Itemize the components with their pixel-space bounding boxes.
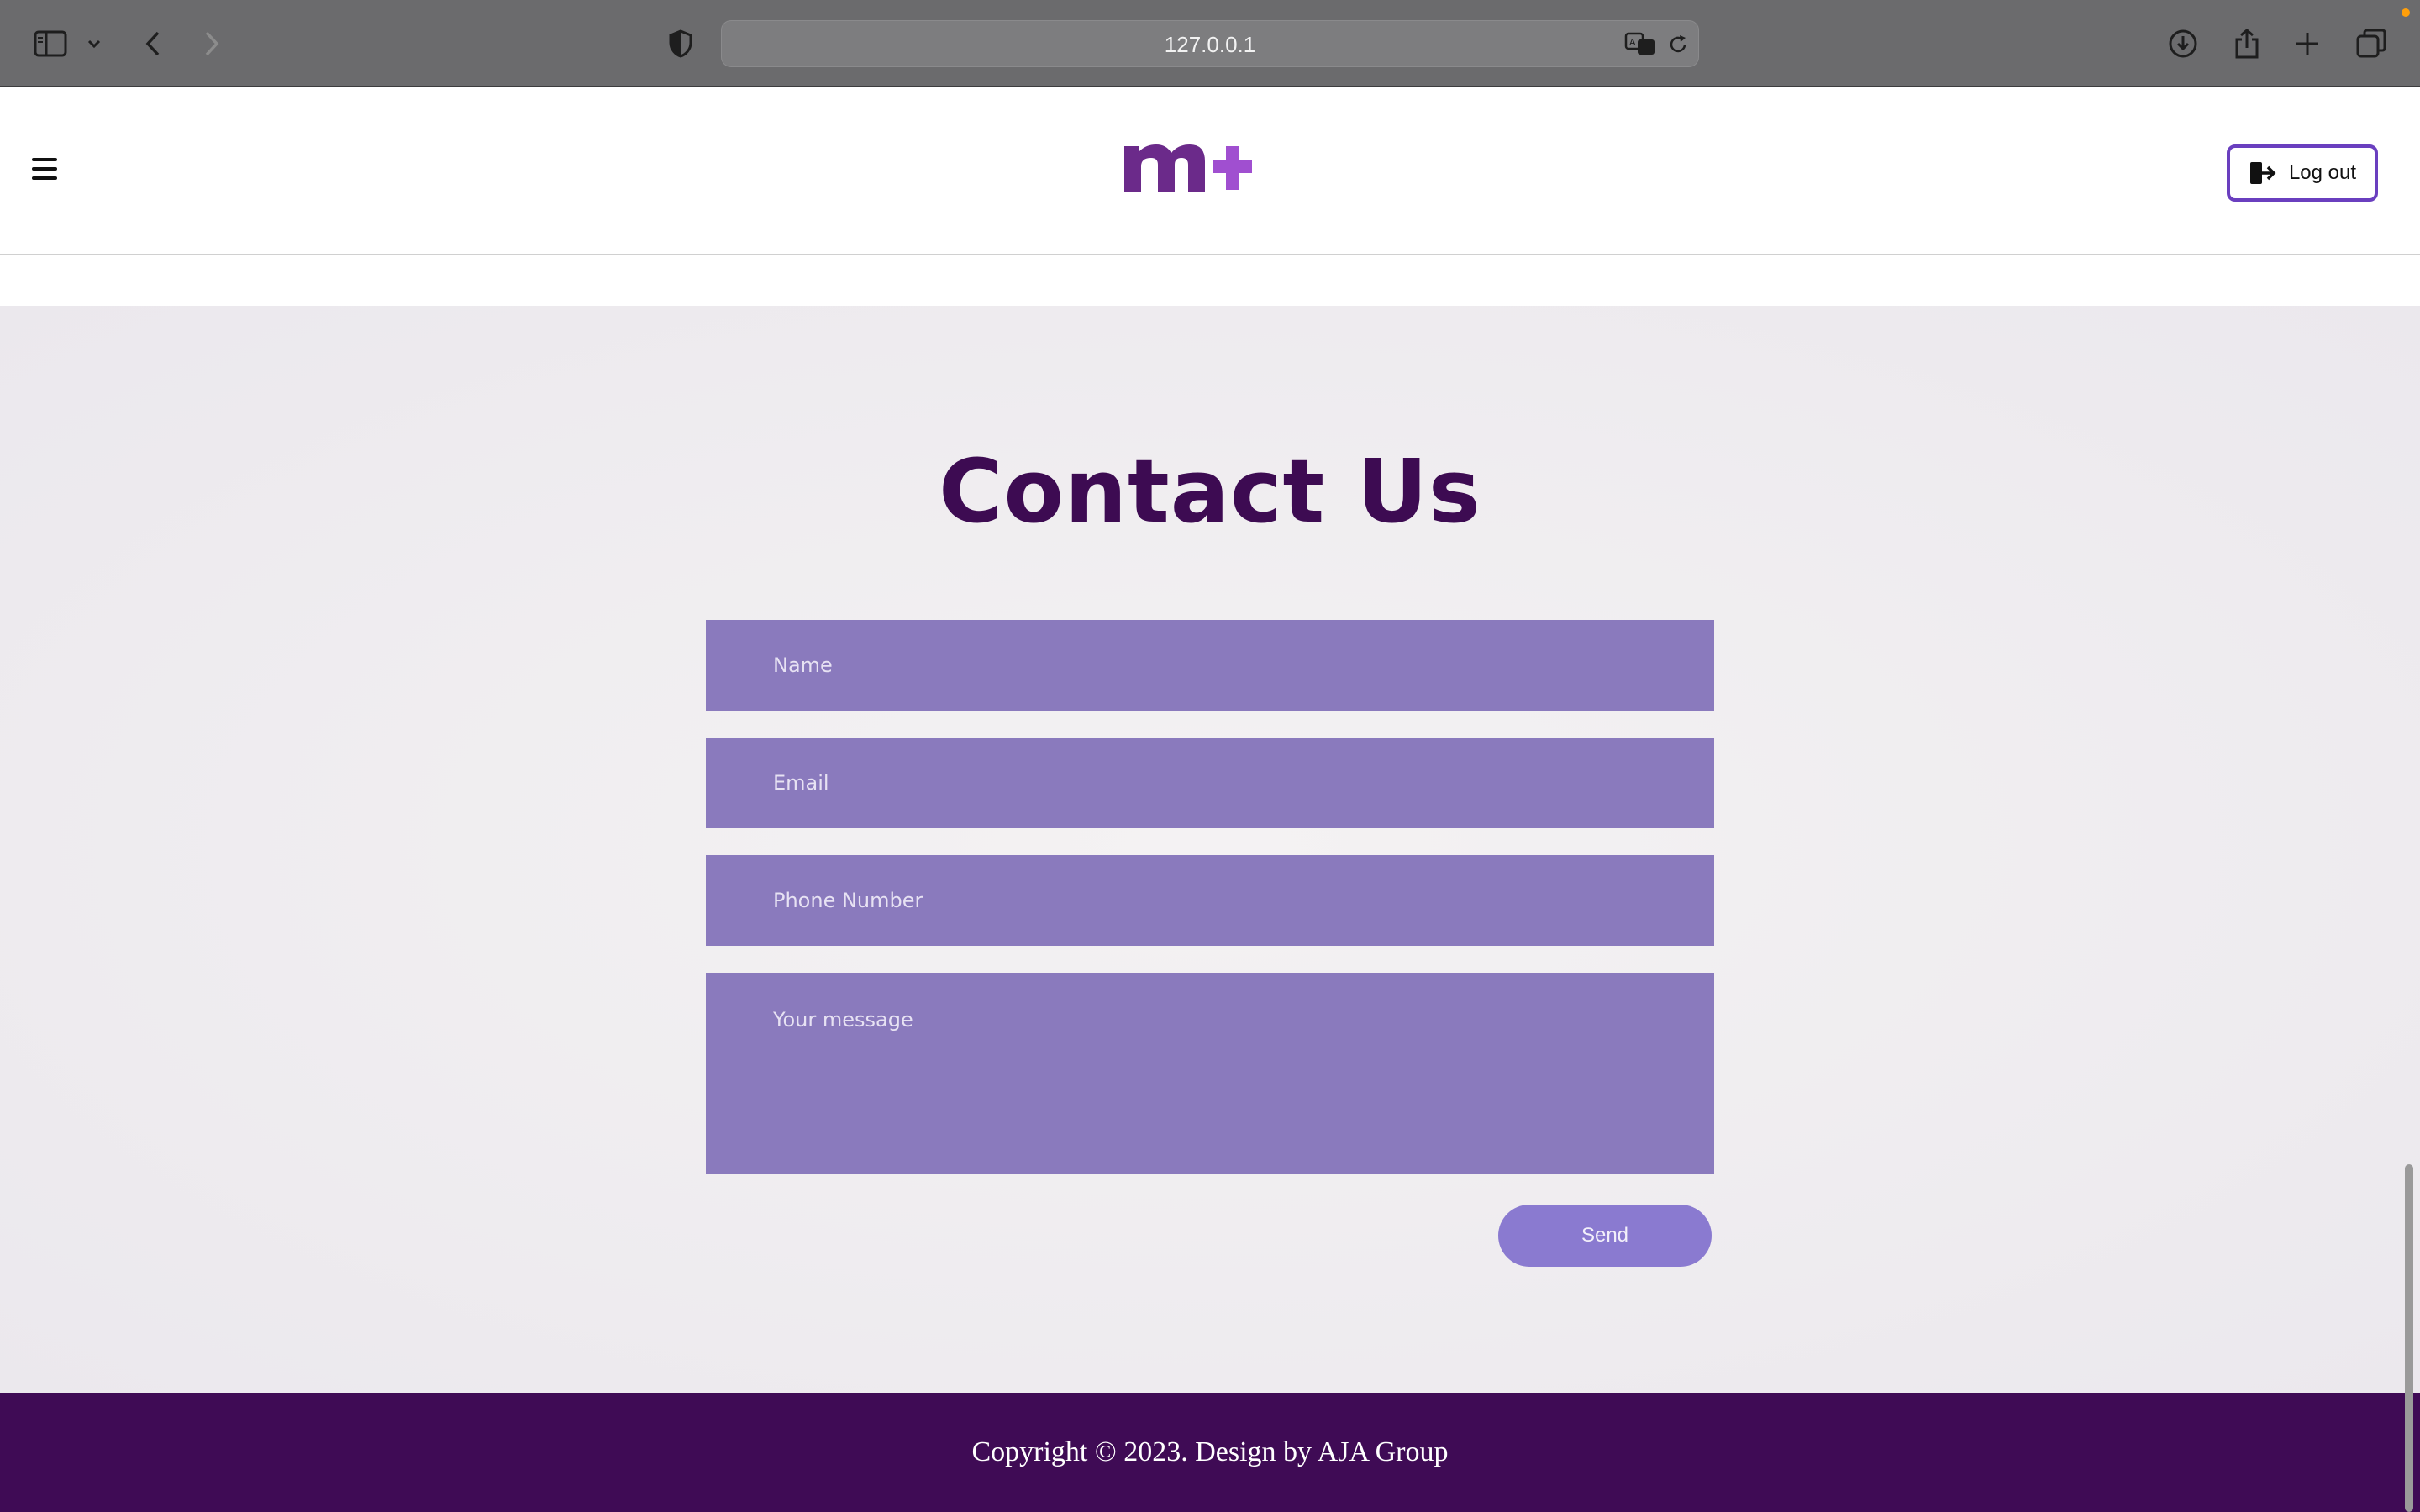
message-placeholder: Your message — [773, 1008, 913, 1032]
hamburger-menu-icon[interactable] — [32, 158, 57, 180]
name-placeholder: Name — [773, 654, 833, 677]
phone-input[interactable]: Phone Number — [706, 855, 1714, 946]
url-text: 127.0.0.1 — [1164, 32, 1256, 57]
forward-icon[interactable] — [193, 25, 230, 62]
address-bar[interactable]: 127.0.0.1 A — [721, 20, 1699, 67]
send-button[interactable]: Send — [1498, 1205, 1712, 1267]
copyright-text: Copyright © 2023. Design by AJA Group — [971, 1436, 1449, 1467]
svg-text:A: A — [1629, 37, 1636, 48]
email-placeholder: Email — [773, 771, 829, 795]
email-input[interactable]: Email — [706, 738, 1714, 828]
privacy-shield-icon[interactable] — [662, 25, 699, 62]
logout-button[interactable]: Log out — [2227, 144, 2378, 202]
name-input[interactable]: Name — [706, 620, 1714, 711]
share-icon[interactable] — [2228, 25, 2265, 62]
chevron-down-icon[interactable] — [77, 25, 111, 62]
site-header: Log out — [0, 87, 2420, 255]
logo-mark — [1124, 144, 1252, 192]
download-icon[interactable] — [2165, 25, 2202, 62]
brand-logo[interactable] — [1118, 131, 1252, 202]
new-tab-icon[interactable] — [2289, 25, 2326, 62]
header-spacer — [0, 255, 2420, 306]
logout-label: Log out — [2288, 161, 2357, 184]
back-icon[interactable] — [134, 25, 171, 62]
browser-toolbar: 127.0.0.1 A — [0, 0, 2420, 87]
tab-overview-icon[interactable] — [2353, 25, 2390, 62]
contact-section: Contact Us Name Email Phone Number Your … — [0, 306, 2420, 1393]
logout-icon — [2249, 162, 2276, 184]
sidebar-icon[interactable] — [32, 25, 69, 62]
phone-placeholder: Phone Number — [773, 889, 923, 912]
notification-dot — [2402, 8, 2410, 17]
translate-icon[interactable]: A — [1623, 26, 1660, 63]
site-footer: Copyright © 2023. Design by AJA Group — [0, 1393, 2420, 1512]
message-textarea[interactable]: Your message — [706, 973, 1714, 1174]
page-scrollbar[interactable] — [2405, 1164, 2413, 1512]
reload-icon[interactable] — [1660, 26, 1697, 63]
page-title: Contact Us — [939, 440, 1481, 543]
